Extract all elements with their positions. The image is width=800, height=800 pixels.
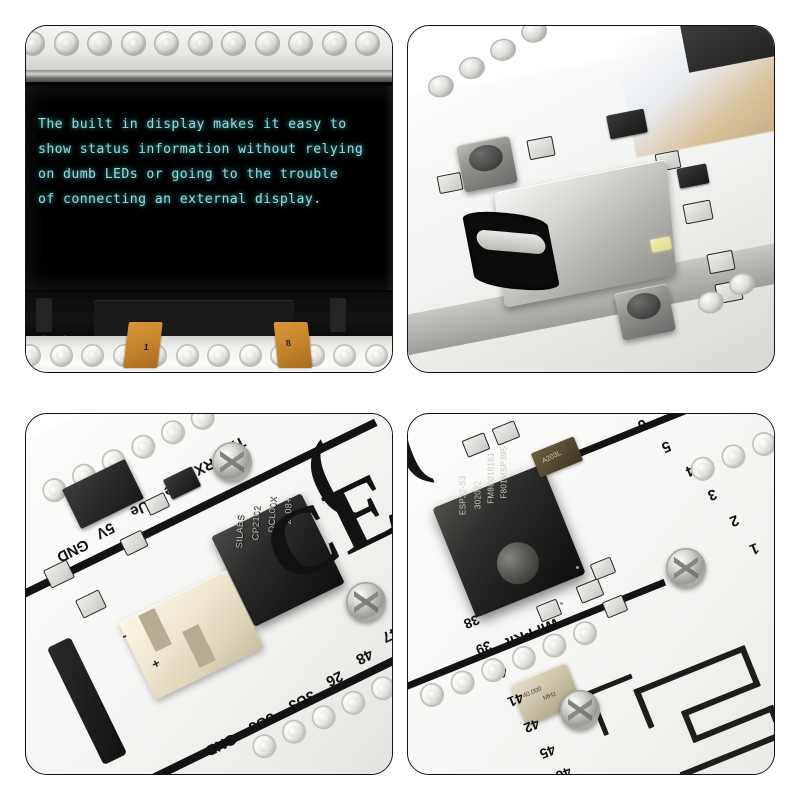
panel-display-inner: The built in display makes it easy to sh…: [26, 26, 392, 372]
through-hole-pad: [457, 54, 487, 82]
header-pad-row-top: [26, 31, 380, 56]
through-hole-pad: [175, 344, 199, 367]
esp-marking-line-3: FM8C018161: [486, 452, 496, 504]
oled-screen: The built in display makes it easy to sh…: [26, 86, 392, 290]
esp-marking-line-2: 302022: [473, 480, 483, 509]
mounting-screw: [666, 548, 706, 588]
oled-bezel: The built in display makes it easy to sh…: [26, 82, 392, 294]
through-hole-pad: [120, 31, 146, 56]
through-hole-pad: [187, 31, 213, 56]
through-hole-pad: [87, 31, 112, 56]
through-hole-pad: [333, 344, 356, 367]
flex-right-number: 8: [285, 338, 292, 348]
panel-usb-inner: [408, 26, 774, 372]
oled-line-3: on dumb LEDs or going to the trouble: [38, 167, 339, 182]
pcb-top-strip: [26, 26, 392, 72]
panel-uart-inner: GND 5V Ue Ue RX TX SILABS CP2102 DCL00X …: [26, 414, 392, 774]
header-pad-row-bottom: [26, 344, 388, 367]
crystal-freq: 40.000: [521, 685, 543, 700]
mounting-screw: [346, 582, 386, 622]
through-hole-pad: [26, 31, 45, 56]
through-hole-pad: [154, 31, 179, 56]
mounting-screw: [560, 690, 600, 730]
inductor-marking: A203L: [541, 449, 563, 466]
through-hole-pad: [488, 36, 518, 64]
oled-housing-tab: [330, 298, 346, 332]
esp-marking-line-4: F801MSP395: [499, 446, 509, 499]
oled-line-1: The built in display makes it easy to: [38, 117, 347, 132]
through-hole-pad: [81, 344, 104, 367]
cp2102-marking-line-1: SILABS: [234, 514, 246, 549]
through-hole-pad: [49, 344, 73, 367]
espressif-logo-icon: [490, 535, 546, 591]
through-hole-pad: [288, 31, 313, 56]
through-hole-pad: [364, 344, 388, 367]
through-hole-pad: [550, 26, 581, 27]
oled-glare: [384, 86, 392, 290]
through-hole-pad: [26, 344, 41, 367]
panel-usb-connector: [407, 25, 775, 373]
panel-mcu: ( ESP32-S3 302022 FM8C018161 F801MSP395 …: [407, 413, 775, 775]
oled-line-4: of connecting an external display.: [38, 192, 322, 207]
panel-display: The built in display makes it easy to sh…: [25, 25, 393, 373]
through-hole-pad: [207, 344, 230, 367]
antenna-segment: [767, 704, 774, 739]
flex-cable-right: 8: [273, 322, 313, 368]
mounting-screw: [212, 442, 252, 482]
through-hole-pad: [519, 26, 549, 45]
antenna-segment: [691, 704, 774, 744]
panel-mcu-inner: ( ESP32-S3 302022 FM8C018161 F801MSP395 …: [408, 414, 774, 774]
flex-cable-left: 1: [123, 322, 163, 368]
through-hole-pad: [355, 31, 380, 56]
oled-housing-tab: [36, 298, 52, 332]
through-hole-pad: [254, 31, 280, 56]
oled-line-2: show status information without relying: [38, 142, 364, 157]
product-photo-grid: The built in display makes it easy to sh…: [0, 0, 800, 800]
crystal-unit: MHz: [542, 690, 558, 703]
pcb-bottom-strip: [26, 336, 392, 372]
antenna-segment: [680, 680, 761, 718]
through-hole-pad: [53, 31, 79, 56]
esp-marking-line-1: ESP32-S3: [458, 475, 468, 515]
boot-button[interactable]: [613, 283, 677, 341]
through-hole-pad: [321, 31, 347, 56]
through-hole-pad: [221, 31, 246, 56]
panel-uart-bridge: GND 5V Ue Ue RX TX SILABS CP2102 DCL00X …: [25, 413, 393, 775]
reset-button[interactable]: [455, 135, 519, 193]
flex-left-number: 1: [143, 342, 150, 352]
through-hole-pad: [238, 344, 262, 367]
